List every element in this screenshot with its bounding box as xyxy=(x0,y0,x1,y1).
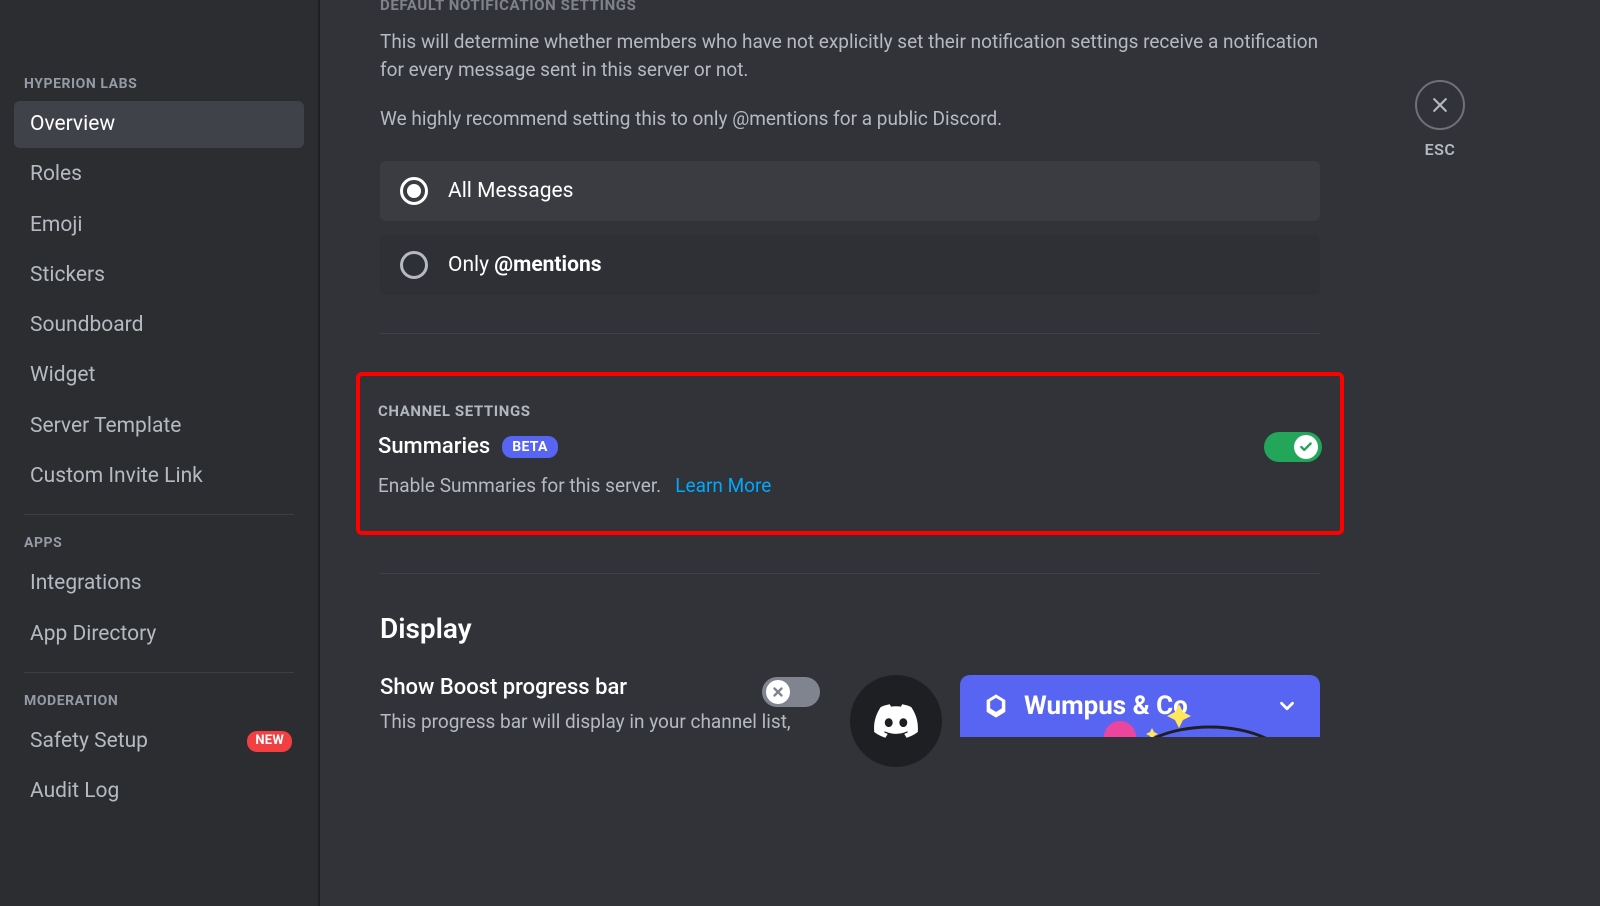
radio-indicator-icon xyxy=(400,177,428,205)
sidebar-item-overview[interactable]: Overview xyxy=(14,101,304,148)
sidebar-item-label: Integrations xyxy=(30,570,142,597)
sidebar-item-emoji[interactable]: Emoji xyxy=(14,202,304,249)
server-preview-name: Wumpus & Co xyxy=(1024,691,1188,721)
sidebar-item-label: Audit Log xyxy=(30,778,119,805)
content-wrap: DEFAULT NOTIFICATION SETTINGS This will … xyxy=(320,0,1600,906)
radio-label: All Messages xyxy=(448,179,573,203)
sidebar-group-apps: APPS xyxy=(8,529,310,557)
sidebar-item-label: Soundboard xyxy=(30,312,143,339)
notification-desc-1: This will determine whether members who … xyxy=(380,28,1320,83)
boost-bar-toggle[interactable] xyxy=(762,677,820,707)
toggle-knob-icon xyxy=(766,680,790,704)
sidebar-item-label: Server Template xyxy=(30,413,181,440)
sidebar-item-label: Custom Invite Link xyxy=(30,463,203,490)
sidebar-item-roles[interactable]: Roles xyxy=(14,151,304,198)
radio-indicator-icon xyxy=(400,251,428,279)
sidebar-item-custom-invite-link[interactable]: Custom Invite Link xyxy=(14,453,304,500)
boost-bar-title: Show Boost progress bar xyxy=(380,675,627,700)
sidebar-item-label: Safety Setup xyxy=(30,728,148,755)
display-preview: Wumpus & Co xyxy=(850,675,1320,767)
beta-badge: BETA xyxy=(502,436,557,458)
sidebar-item-label: Roles xyxy=(30,161,82,188)
section-divider xyxy=(380,573,1320,574)
sidebar-item-integrations[interactable]: Integrations xyxy=(14,560,304,607)
settings-sidebar: HYPERION LABS Overview Roles Emoji Stick… xyxy=(0,0,318,906)
summaries-desc: Enable Summaries for this server. Learn … xyxy=(378,474,1322,497)
close-column: ESC xyxy=(1380,0,1500,906)
boost-bar-row: Show Boost progress bar This progress ba… xyxy=(380,675,1320,767)
channel-settings-highlight: CHANNEL SETTINGS Summaries BETA Enable S… xyxy=(356,372,1344,535)
sidebar-item-label: Emoji xyxy=(30,212,82,239)
notification-heading: DEFAULT NOTIFICATION SETTINGS xyxy=(380,0,1320,14)
settings-content: DEFAULT NOTIFICATION SETTINGS This will … xyxy=(320,0,1380,906)
new-badge: NEW xyxy=(247,731,292,752)
boost-gem-icon xyxy=(982,692,1010,720)
radio-only-mentions[interactable]: Only @mentions xyxy=(380,235,1320,295)
sidebar-item-safety-setup[interactable]: Safety Setup NEW xyxy=(14,718,304,765)
sidebar-item-label: Overview xyxy=(30,111,115,138)
boost-bar-desc: This progress bar will display in your c… xyxy=(380,710,820,733)
close-icon xyxy=(1430,95,1450,115)
display-heading: Display xyxy=(380,612,1320,645)
sidebar-item-server-template[interactable]: Server Template xyxy=(14,403,304,450)
sidebar-item-soundboard[interactable]: Soundboard xyxy=(14,302,304,349)
app-root: HYPERION LABS Overview Roles Emoji Stick… xyxy=(0,0,1600,906)
sidebar-item-app-directory[interactable]: App Directory xyxy=(14,611,304,658)
learn-more-link[interactable]: Learn More xyxy=(675,474,771,497)
sidebar-item-audit-log[interactable]: Audit Log xyxy=(14,768,304,815)
chevron-down-icon xyxy=(1276,695,1298,717)
toggle-knob-icon xyxy=(1294,435,1318,459)
summaries-title: Summaries xyxy=(378,434,490,459)
server-icon-preview xyxy=(850,675,942,767)
notification-desc-2: We highly recommend setting this to only… xyxy=(380,105,1320,133)
sidebar-item-widget[interactable]: Widget xyxy=(14,352,304,399)
sidebar-group-moderation: MODERATION xyxy=(8,687,310,715)
summaries-toggle[interactable] xyxy=(1264,432,1322,462)
sidebar-divider xyxy=(24,514,294,515)
channel-settings-heading: CHANNEL SETTINGS xyxy=(378,402,1322,420)
sidebar-item-stickers[interactable]: Stickers xyxy=(14,252,304,299)
channel-settings-row: Summaries BETA xyxy=(378,432,1322,462)
sidebar-item-label: Widget xyxy=(30,362,95,389)
sidebar-divider xyxy=(24,672,294,673)
radio-all-messages[interactable]: All Messages xyxy=(380,161,1320,221)
close-button[interactable] xyxy=(1415,80,1465,130)
discord-logo-icon xyxy=(874,704,918,738)
radio-label: Only @mentions xyxy=(448,253,602,277)
notification-radio-group: All Messages Only @mentions xyxy=(380,161,1320,295)
section-divider xyxy=(380,333,1320,334)
sidebar-item-label: App Directory xyxy=(30,621,156,648)
sidebar-server-name: HYPERION LABS xyxy=(8,70,310,98)
close-label: ESC xyxy=(1425,140,1456,159)
server-preview-card[interactable]: Wumpus & Co xyxy=(960,675,1320,737)
sidebar-item-label: Stickers xyxy=(30,262,105,289)
